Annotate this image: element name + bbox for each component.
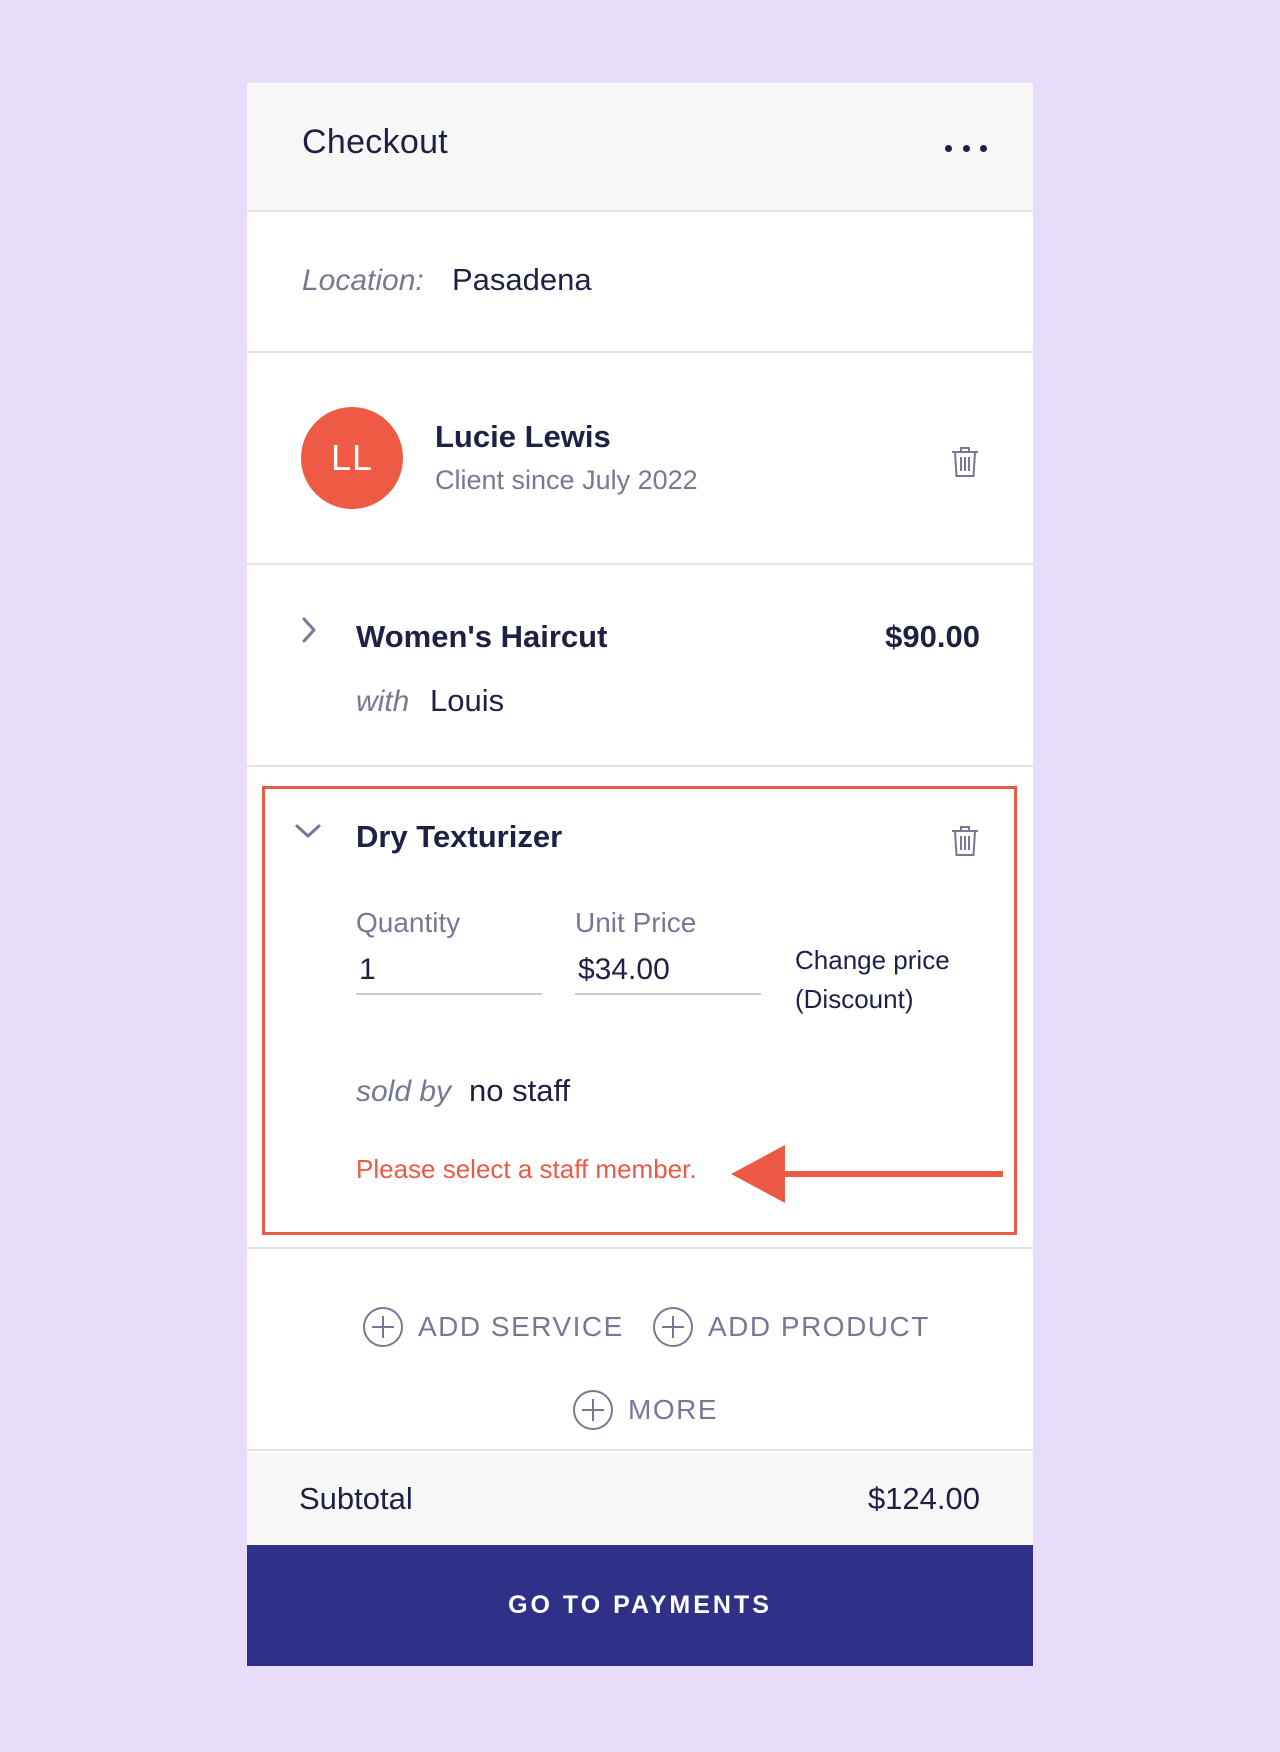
unit-price-input[interactable] [575, 947, 761, 995]
add-product-label: ADD PRODUCT [708, 1311, 930, 1342]
trash-icon[interactable] [950, 446, 980, 478]
arrow-left-icon [731, 1145, 1003, 1203]
more-horizontal-icon[interactable] [945, 133, 987, 163]
service-name: Women's Haircut [356, 619, 608, 654]
product-name: Dry Texturizer [356, 819, 563, 854]
service-price: $90.00 [885, 619, 980, 654]
service-staff[interactable]: Louis [430, 683, 504, 719]
plus-circle-icon [653, 1307, 693, 1347]
add-service-button[interactable]: ADD SERVICE [362, 1306, 624, 1348]
subtotal-label: Subtotal [299, 1481, 413, 1516]
dot [962, 144, 970, 152]
checkout-header: Checkout [247, 83, 1033, 212]
product-item: Dry Texturizer Quantity Unit Price Chang… [247, 769, 1033, 1249]
quantity-label: Quantity [356, 907, 461, 938]
trash-icon[interactable] [950, 825, 980, 857]
subtotal-row: Subtotal $124.00 [247, 1453, 1033, 1545]
plus-circle-icon [573, 1390, 613, 1430]
quantity-input[interactable] [356, 947, 542, 995]
discount-line: (Discount) [795, 984, 914, 1014]
subtotal-value: $124.00 [867, 1481, 980, 1516]
page-title: Checkout [302, 123, 449, 161]
add-product-button[interactable]: ADD PRODUCT [652, 1306, 930, 1348]
more-label: MORE [628, 1394, 718, 1425]
sold-by-label: sold by [356, 1075, 452, 1108]
location-label: Location: [302, 264, 424, 297]
add-service-label: ADD SERVICE [418, 1311, 624, 1342]
error-message: Please select a staff member. [356, 1154, 697, 1184]
add-actions: ADD SERVICE ADD PRODUCT MORE [247, 1251, 1033, 1451]
change-price-link[interactable]: Change price (Discount) [795, 941, 995, 1019]
unit-price-label: Unit Price [575, 907, 697, 938]
dot [945, 144, 952, 152]
sold-by-value[interactable]: no staff [469, 1073, 570, 1109]
service-item[interactable]: Women's Haircut $90.00 with Louis [247, 567, 1033, 767]
client-card: LL Lucie Lewis Client since July 2022 [247, 355, 1033, 565]
plus-circle-icon [363, 1307, 403, 1347]
client-since: Client since July 2022 [435, 465, 698, 495]
more-button[interactable]: MORE [572, 1389, 718, 1431]
with-label: with [356, 685, 410, 718]
location-row[interactable]: Location: Pasadena [247, 214, 1033, 353]
chevron-right-icon[interactable] [295, 616, 323, 644]
location-value: Pasadena [452, 262, 592, 297]
checkout-panel: Checkout Location: Pasadena LL Lucie Lew… [247, 83, 1033, 1666]
client-name: Lucie Lewis [435, 419, 611, 454]
go-to-payments-button[interactable]: GO TO PAYMENTS [247, 1545, 1033, 1666]
dot [980, 144, 987, 152]
avatar: LL [301, 407, 403, 509]
change-price-line: Change price [795, 945, 950, 975]
chevron-down-icon[interactable] [294, 817, 322, 845]
